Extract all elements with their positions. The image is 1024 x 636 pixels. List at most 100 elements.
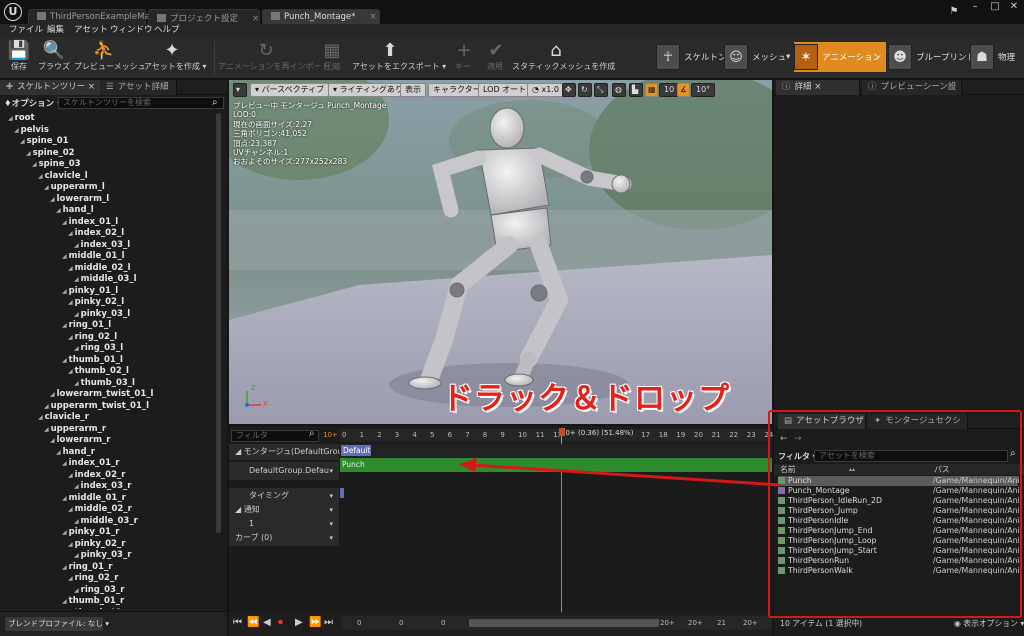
expand-arrow-icon[interactable]: ◢ [68,506,73,513]
expand-arrow-icon[interactable]: ◢ [68,541,73,548]
bone-node[interactable]: ◢ ring_03_r [74,585,124,596]
bone-node[interactable]: ◢ root [8,113,35,124]
expand-arrow-icon[interactable]: ◢ [62,357,67,364]
expand-arrow-icon[interactable]: ◢ [74,311,79,318]
tab-skeleton-tree[interactable]: ✚ スケルトンツリー × [0,80,104,95]
surface-snap-icon[interactable]: ▙ [629,83,643,97]
bone-node[interactable]: ◢ pinky_02_r [68,539,125,550]
menu-file[interactable]: ファイル [9,24,43,37]
tab-punch-montage[interactable]: Punch_Montage* × [262,9,380,24]
bone-node[interactable]: ◢ ring_02_r [68,573,118,584]
expand-arrow-icon[interactable]: ◢ [74,345,79,352]
bone-node[interactable]: ◢ thumb_03_l [74,378,135,389]
lod-button[interactable]: LOD オート [478,83,532,97]
timing-marker[interactable] [340,488,344,498]
expand-arrow-icon[interactable]: ◢ [68,230,73,237]
viewport-menu-dropdown[interactable]: ▾ [233,83,247,97]
bone-node[interactable]: ◢ hand_r [56,447,95,458]
bone-node[interactable]: ◢ middle_01_l [62,251,125,262]
curves-row[interactable]: カーブ (0) ▾ [229,530,339,546]
bone-node[interactable]: ◢ middle_03_r [74,516,138,527]
play-icon[interactable]: ▶ [295,617,303,628]
bone-node[interactable]: ◢ ring_02_l [68,332,117,343]
bone-node[interactable]: ◢ pinky_01_r [62,527,119,538]
preview-mesh-button[interactable]: ⛹ プレビューメッシュ [74,39,146,77]
range-start-value[interactable]: 0 [357,619,361,627]
playhead-handle[interactable] [559,428,565,436]
mode-animation[interactable]: ✶ アニメーション [794,42,887,72]
bone-node[interactable]: ◢ pinky_02_l [68,297,124,308]
bone-node[interactable]: ◢thumb_02_r [68,608,131,610]
bone-node[interactable]: ◢ ring_03_l [74,343,123,354]
view-end-value[interactable]: 20+ [688,619,703,627]
range-scrollbar[interactable] [469,619,659,627]
expand-arrow-icon[interactable]: ◢ [74,276,79,283]
expand-arrow-icon[interactable]: ◢ [62,529,67,536]
create-static-mesh-button[interactable]: ⌂ スタティックメッシュを作成 [512,39,615,77]
options-dropdown[interactable]: ♦オプション ▾ [4,97,61,109]
frame-value[interactable]: 21 [717,619,726,627]
montage-group-row[interactable]: ◢ モンタージュ(DefaultGroup [229,444,348,460]
mode-physics[interactable]: ☗ 物理 [970,42,1015,72]
expand-arrow-icon[interactable]: ◢ [44,426,49,433]
bone-node[interactable]: ◢ pinky_03_l [74,309,130,320]
reimport-animation-button[interactable]: ↻ アニメーションを再インポート [218,39,330,77]
maximize-button[interactable]: □ [985,0,1005,14]
bone-node[interactable]: ◢ middle_01_r [62,493,126,504]
menu-asset[interactable]: アセット [74,24,108,37]
notification-icon[interactable]: ⚑ [944,5,964,19]
bone-node[interactable]: ◢ index_02_r [68,470,125,481]
mode-mesh[interactable]: ☺ メッシュ ▾ [724,42,790,72]
section-default[interactable]: Default [341,445,371,456]
bone-node[interactable]: ◢ ring_01_r [62,562,112,573]
expand-arrow-icon[interactable]: ◢ [62,253,67,260]
save-button[interactable]: 💾 保存 [6,39,32,77]
bone-node[interactable]: ◢ index_01_l [62,217,118,228]
menu-help[interactable]: ヘルプ [154,24,180,37]
rotation-snap-value[interactable]: 10° [691,83,716,97]
expand-arrow-icon[interactable]: ◢ [56,207,61,214]
range-end-value[interactable]: 20+ [743,619,758,627]
tab-preview-scene-settings[interactable]: ⓘ プレビューシーン設 [862,80,962,95]
bone-node[interactable]: ◢ spine_02 [26,148,75,159]
expand-arrow-icon[interactable]: ◢ [26,150,31,157]
bone-node[interactable]: ◢ spine_03 [32,159,81,170]
expand-arrow-icon[interactable]: ◢ [74,587,79,594]
slot-dropdown-icon[interactable]: ▾ [329,462,333,480]
bone-node[interactable]: ◢ index_03_l [74,240,130,251]
expand-arrow-icon[interactable]: ◢ [62,460,67,467]
slot-row[interactable]: DefaultGroup.Defau ▾ [229,462,339,480]
bone-node[interactable]: ◢ lowerarm_r [50,435,110,446]
tree-scrollbar[interactable] [216,113,221,533]
close-tab-icon[interactable]: × [369,12,376,22]
apply-button[interactable]: ✔ 適用 [484,39,506,77]
bone-node[interactable]: ◢ thumb_01_l [62,355,123,366]
bone-node[interactable]: ◢ pinky_03_r [74,550,131,561]
bone-node[interactable]: ◢ lowerarm_l [50,194,109,205]
expand-arrow-icon[interactable]: ◢ [62,288,67,295]
bone-node[interactable]: ◢ clavicle_l [38,171,88,182]
expand-arrow-icon[interactable]: ◢ [20,138,25,145]
expand-arrow-icon[interactable]: ◢ [44,184,49,191]
working-start-value[interactable]: 0 [441,619,445,627]
lighting-button[interactable]: ▾ ライティングあり [328,83,408,97]
expand-arrow-icon[interactable]: ◢ [62,598,67,605]
expand-arrow-icon[interactable]: ◢ [38,173,43,180]
bone-node[interactable]: ◢ upperarm_r [44,424,106,435]
expand-arrow-icon[interactable]: ◢ [68,575,73,582]
bone-node[interactable]: ◢ pelvis [14,125,49,136]
bone-node[interactable]: ◢ index_03_r [74,481,131,492]
expand-arrow-icon[interactable]: ◢ [56,449,61,456]
expand-arrow-icon[interactable]: ◢ [38,414,43,421]
scale-icon[interactable]: ⤡ [594,83,608,97]
timeline-filter-input[interactable]: フィルタ [231,430,319,442]
tab-details[interactable]: ⓘ 詳細 × [776,80,860,95]
play-reverse-icon[interactable]: ◀ [263,617,271,628]
expand-arrow-icon[interactable]: ◢ [8,115,13,122]
timeline-ruler[interactable]: 0123456789101112131415161718192021222324 [340,429,773,442]
step-back-icon[interactable]: ⏪ [247,617,259,628]
bone-node[interactable]: ◢ upperarm_twist_01_l [44,401,149,412]
perspective-button[interactable]: ▾ パースペクティブ [250,83,330,97]
mode-skeleton[interactable]: ☥ スケルトン [656,42,727,72]
view-options-button[interactable]: ◉ 表示オプション ▾ [954,618,1024,629]
